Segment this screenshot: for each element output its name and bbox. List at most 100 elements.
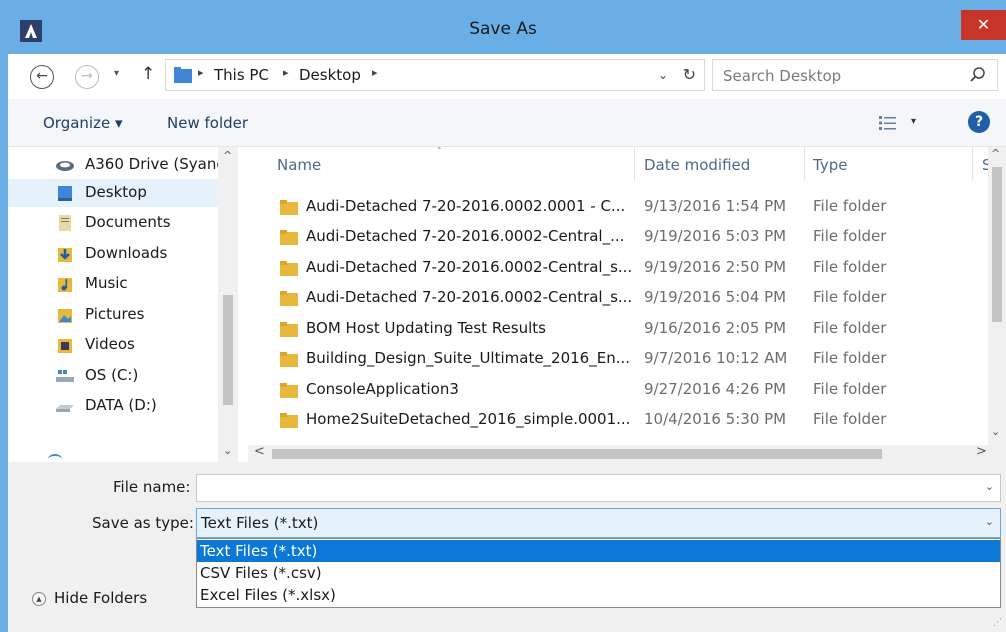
organize-button[interactable]: Organize ▾ bbox=[43, 114, 123, 132]
file-date: 9/19/2016 5:03 PM bbox=[644, 227, 787, 245]
collapse-icon: ▲ bbox=[32, 592, 46, 606]
file-type-option-txt[interactable]: Text Files (*.txt) bbox=[197, 540, 1000, 562]
file-row[interactable]: Audi-Detached 7-20-2016.0002-Central_s..… bbox=[248, 253, 988, 283]
navpane-scroll-down[interactable]: ⌄ bbox=[223, 444, 232, 457]
nav-item-desktop[interactable]: Desktop bbox=[8, 179, 218, 207]
file-name: Home2SuiteDetached_2016_simple.0001... bbox=[306, 410, 631, 428]
nav-item-data-drive[interactable]: DATA (D:) bbox=[8, 392, 218, 420]
downloads-icon bbox=[58, 248, 72, 262]
file-list-horizontal-scrollbar[interactable]: < > bbox=[248, 444, 1006, 462]
horizontal-scroll-thumb[interactable] bbox=[272, 449, 882, 459]
nav-item-label: A360 Drive (Syang bbox=[85, 155, 226, 173]
search-icon[interactable] bbox=[969, 66, 987, 84]
file-name-dropdown-arrow[interactable]: ⌄ bbox=[985, 480, 994, 493]
navigation-pane: A360 Drive (Syang Desktop Documents Down… bbox=[8, 147, 238, 462]
up-button[interactable]: ↑ bbox=[141, 64, 155, 84]
column-headers: ˄ Name Date modified Type Si bbox=[248, 147, 1006, 181]
file-row[interactable]: Building_Design_Suite_Ultimate_2016_En..… bbox=[248, 344, 988, 374]
refresh-button[interactable]: ↻ bbox=[683, 65, 696, 84]
folder-icon bbox=[280, 413, 298, 428]
file-row[interactable]: BOM Host Updating Test Results 9/16/2016… bbox=[248, 314, 988, 344]
os-drive-icon bbox=[56, 370, 74, 382]
file-list: ˄ Name Date modified Type Si Audi-Detach… bbox=[248, 147, 1006, 462]
title-bar[interactable]: Save As ✕ bbox=[0, 0, 1006, 54]
file-type: File folder bbox=[813, 319, 887, 337]
file-name: Audi-Detached 7-20-2016.0002-Central_s..… bbox=[306, 288, 633, 306]
nav-item-pictures[interactable]: Pictures bbox=[8, 301, 218, 329]
save-as-type-dropdown-arrow[interactable]: ⌄ bbox=[985, 515, 994, 528]
file-type-option-xlsx[interactable]: Excel Files (*.xlsx) bbox=[197, 584, 1000, 606]
nav-item-os-drive[interactable]: OS (C:) bbox=[8, 362, 218, 390]
breadcrumb-this-pc[interactable]: This PC bbox=[214, 66, 269, 84]
address-bar[interactable]: ▸ This PC ▸ Desktop ▸ ⌄ ↻ bbox=[165, 59, 705, 91]
save-options-panel: File name: ⌄ Save as type: Text Files (*… bbox=[8, 462, 1006, 632]
breadcrumb-separator[interactable]: ▸ bbox=[372, 66, 378, 79]
column-divider[interactable] bbox=[634, 147, 635, 181]
nav-item-music[interactable]: Music bbox=[8, 270, 218, 298]
file-type-option-csv[interactable]: CSV Files (*.csv) bbox=[197, 562, 1000, 584]
navpane-scrollbar[interactable]: ^ ⌄ bbox=[218, 147, 238, 462]
close-button[interactable]: ✕ bbox=[961, 10, 1006, 40]
file-name-field[interactable]: ⌄ bbox=[196, 474, 1001, 502]
nav-item-a360-drive[interactable]: A360 Drive (Syang bbox=[8, 151, 226, 179]
folder-icon bbox=[280, 230, 298, 245]
search-box[interactable]: Search Desktop bbox=[712, 59, 998, 91]
resize-grip-icon[interactable]: ⋰ bbox=[993, 618, 1002, 628]
navpane-scroll-thumb[interactable] bbox=[223, 295, 233, 405]
file-date: 9/27/2016 4:26 PM bbox=[644, 380, 787, 398]
scroll-up-button[interactable]: ^ bbox=[991, 147, 1000, 160]
scroll-left-button[interactable]: < bbox=[254, 444, 265, 459]
dialog-body: ← → ▾ ↑ ▸ This PC ▸ Desktop ▸ ⌄ ↻ Search… bbox=[8, 54, 1006, 632]
column-header-type[interactable]: Type bbox=[813, 156, 847, 174]
nav-item-label: Music bbox=[85, 274, 128, 292]
folder-icon bbox=[280, 200, 298, 215]
file-type: File folder bbox=[813, 349, 887, 367]
scroll-down-button[interactable]: ⌄ bbox=[991, 425, 1000, 438]
nav-item-documents[interactable]: Documents bbox=[8, 209, 218, 237]
file-row[interactable]: ConsoleApplication3 9/27/2016 4:26 PM Fi… bbox=[248, 375, 988, 405]
file-date: 9/19/2016 5:04 PM bbox=[644, 288, 787, 306]
vertical-scroll-thumb[interactable] bbox=[992, 167, 1002, 322]
forward-button[interactable]: → bbox=[75, 65, 99, 89]
scroll-right-button[interactable]: > bbox=[976, 444, 987, 459]
dialog-title: Save As bbox=[469, 19, 537, 39]
file-name: Audi-Detached 7-20-2016.0002-Central_s..… bbox=[306, 258, 633, 276]
file-list-vertical-scrollbar[interactable]: ^ ⌄ bbox=[988, 147, 1006, 445]
folder-icon bbox=[280, 322, 298, 337]
file-row[interactable]: Audi-Detached 7-20-2016.0002-Central_s..… bbox=[248, 283, 988, 313]
nav-item-label: Downloads bbox=[85, 244, 168, 262]
address-history-dropdown[interactable]: ⌄ bbox=[658, 68, 668, 82]
search-input[interactable]: Search Desktop bbox=[723, 67, 841, 85]
file-row[interactable]: Audi-Detached 7-20-2016.0002-Central_...… bbox=[248, 222, 988, 252]
music-icon bbox=[58, 278, 72, 292]
column-header-name[interactable]: Name bbox=[277, 156, 321, 174]
file-name: Audi-Detached 7-20-2016.0002.0001 - C... bbox=[306, 197, 626, 215]
file-type: File folder bbox=[813, 227, 887, 245]
back-button[interactable]: ← bbox=[30, 65, 54, 89]
help-icon[interactable]: ? bbox=[968, 111, 990, 133]
file-type: File folder bbox=[813, 258, 887, 276]
nav-item-label: OS (C:) bbox=[85, 366, 139, 384]
file-row[interactable]: Audi-Detached 7-20-2016.0002.0001 - C...… bbox=[248, 192, 988, 222]
command-bar: Organize ▾ New folder ▾ ? bbox=[8, 99, 1006, 147]
nav-item-downloads[interactable]: Downloads bbox=[8, 240, 218, 268]
recent-locations-button[interactable]: ▾ bbox=[114, 68, 119, 79]
view-details-icon[interactable] bbox=[878, 114, 898, 132]
breadcrumb-desktop[interactable]: Desktop bbox=[299, 66, 361, 84]
breadcrumb-separator: ▸ bbox=[283, 66, 289, 79]
save-as-type-label: Save as type: bbox=[92, 514, 194, 532]
navpane-scroll-up[interactable]: ^ bbox=[223, 149, 232, 162]
hide-folders-button[interactable]: ▲ Hide Folders bbox=[32, 588, 172, 612]
nav-item-videos[interactable]: Videos bbox=[8, 331, 218, 359]
view-options-dropdown[interactable]: ▾ bbox=[911, 116, 916, 127]
column-header-date-modified[interactable]: Date modified bbox=[644, 156, 750, 174]
new-folder-button[interactable]: New folder bbox=[167, 114, 248, 132]
file-date: 9/13/2016 1:54 PM bbox=[644, 197, 787, 215]
column-divider[interactable] bbox=[804, 147, 805, 181]
file-name-label: File name: bbox=[113, 478, 191, 496]
file-date: 10/4/2016 5:30 PM bbox=[644, 410, 787, 428]
save-as-type-select[interactable]: Text Files (*.txt) ⌄ bbox=[196, 508, 1001, 538]
desktop-folder-icon bbox=[58, 186, 72, 201]
file-row[interactable]: Home2SuiteDetached_2016_simple.0001... 1… bbox=[248, 405, 988, 435]
column-divider[interactable] bbox=[972, 147, 973, 181]
